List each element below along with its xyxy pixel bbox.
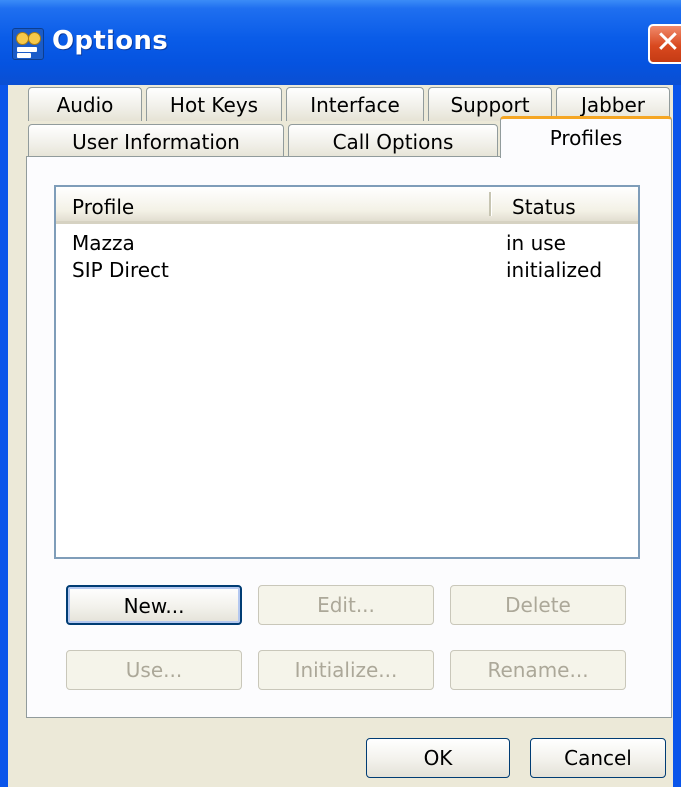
tab-label: Audio	[56, 93, 114, 117]
tab-label: Profiles	[549, 126, 623, 150]
tab-profiles[interactable]: Profiles	[500, 116, 672, 158]
column-header-status[interactable]: Status	[512, 195, 576, 219]
tab-label: User Information	[72, 130, 240, 154]
new-button[interactable]: New...	[66, 585, 242, 625]
tab-audio[interactable]: Audio	[28, 87, 142, 121]
tab-label: Hot Keys	[169, 93, 259, 117]
ok-button[interactable]: OK	[366, 738, 510, 778]
tab-label: Call Options	[332, 130, 454, 154]
title-bar[interactable]: Options ✕	[0, 0, 681, 85]
tab-call-options[interactable]: Call Options	[288, 124, 498, 158]
delete-button[interactable]: Delete	[450, 585, 626, 625]
tab-label: Interface	[310, 93, 400, 117]
initialize-button[interactable]: Initialize...	[258, 650, 434, 690]
window-title: Options	[52, 26, 169, 56]
close-icon: ✕	[655, 25, 681, 60]
tab-hot-keys[interactable]: Hot Keys	[146, 87, 282, 121]
profile-name: Mazza	[72, 231, 135, 255]
column-header-profile[interactable]: Profile	[72, 195, 134, 219]
list-item[interactable]: SIP Direct initialized	[56, 258, 638, 284]
rename-button[interactable]: Rename...	[450, 650, 626, 690]
column-separator[interactable]	[489, 192, 492, 216]
tab-user-information[interactable]: User Information	[28, 124, 284, 158]
options-dialog: Options ✕ Audio Hot Keys Interface Suppo…	[0, 0, 681, 787]
app-icon	[12, 28, 44, 60]
cancel-button[interactable]: Cancel	[530, 738, 666, 778]
close-button[interactable]: ✕	[648, 24, 681, 64]
profiles-list[interactable]: Profile Status Mazza in use SIP Direct i…	[54, 185, 640, 559]
tab-label: Support	[450, 93, 530, 117]
use-button[interactable]: Use...	[66, 650, 242, 690]
profile-status: in use	[506, 231, 566, 255]
list-item[interactable]: Mazza in use	[56, 231, 638, 257]
list-header: Profile Status	[56, 187, 638, 224]
profile-status: initialized	[506, 258, 603, 282]
profile-name: SIP Direct	[72, 258, 169, 282]
edit-button[interactable]: Edit...	[258, 585, 434, 625]
tab-label: Jabber	[580, 93, 646, 117]
tab-interface[interactable]: Interface	[286, 87, 424, 121]
